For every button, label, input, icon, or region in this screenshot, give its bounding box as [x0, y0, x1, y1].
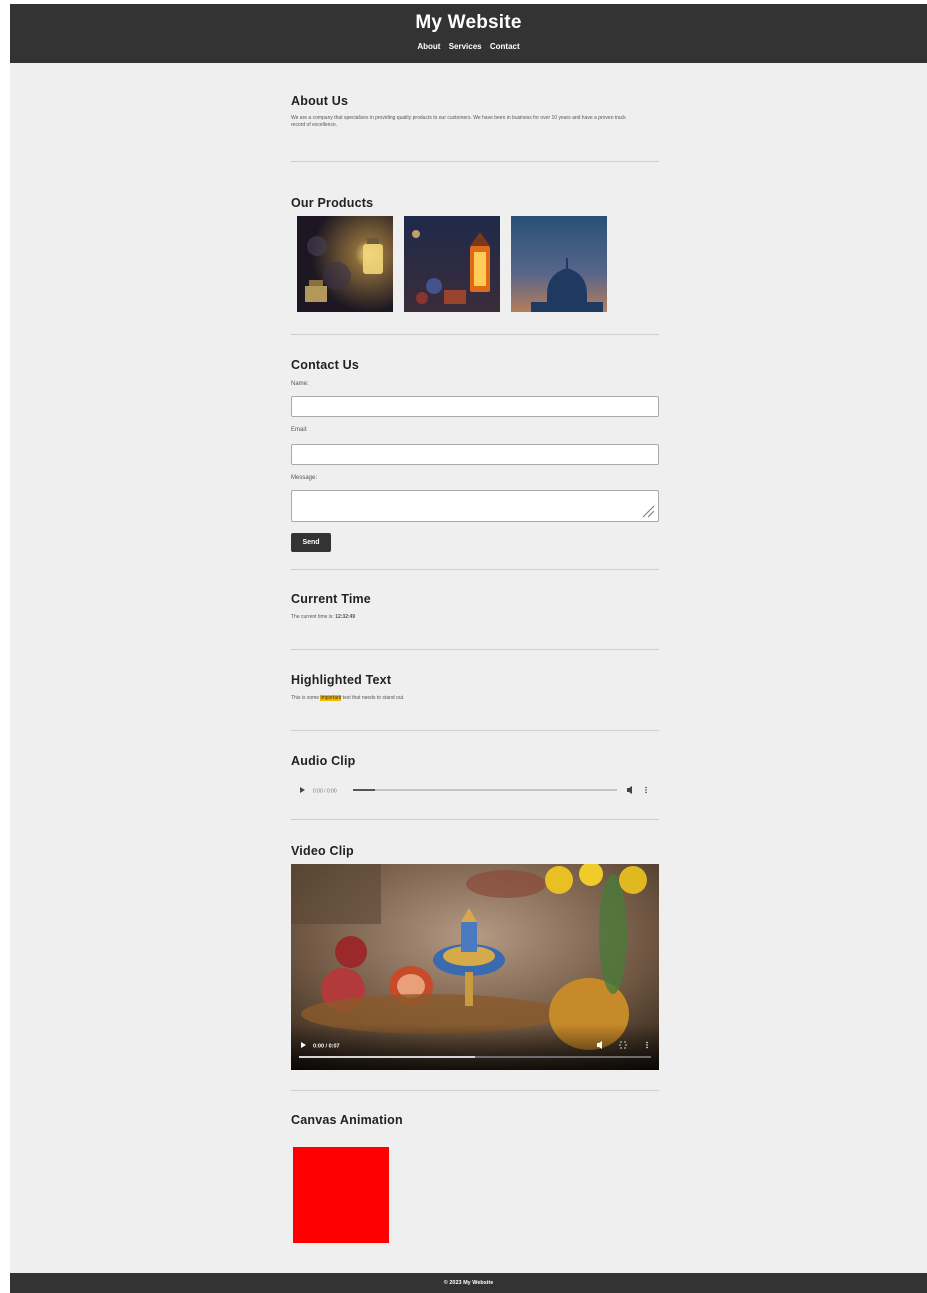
more-options-icon — [646, 1041, 648, 1044]
audio-heading: Audio Clip — [291, 754, 356, 768]
time-value: 12:32:49 — [335, 614, 356, 620]
resize-handle-icon[interactable] — [641, 504, 655, 518]
audio-time: 0:00 / 0:00 — [313, 789, 337, 795]
products-gallery — [297, 216, 617, 312]
divider — [291, 569, 659, 570]
animation-canvas — [291, 1145, 391, 1245]
contact-section: Contact Us — [291, 358, 659, 372]
nav-link-about[interactable]: About — [417, 42, 440, 51]
play-icon — [300, 787, 305, 793]
contact-heading: Contact Us — [291, 358, 359, 372]
send-button[interactable]: Send — [291, 533, 331, 552]
about-section: About Us We are a company that specializ… — [291, 94, 659, 129]
divider — [291, 1090, 659, 1091]
about-heading: About Us — [291, 94, 349, 108]
time-heading: Current Time — [291, 592, 371, 606]
audio-section: Audio Clip — [291, 754, 659, 768]
name-field[interactable] — [291, 396, 659, 417]
product-image-lanterns[interactable] — [297, 216, 393, 312]
divider — [291, 730, 659, 731]
nav-link-services[interactable]: Services — [449, 42, 482, 51]
time-section: Current Time The current time is: 12:32:… — [291, 592, 659, 621]
site-header: My Website About Services Contact — [10, 4, 927, 63]
email-field[interactable] — [291, 444, 659, 465]
products-section: Our Products — [291, 196, 659, 210]
animated-square — [293, 1147, 389, 1243]
products-heading: Our Products — [291, 196, 374, 210]
canvas-section: Canvas Animation — [291, 1113, 659, 1127]
time-prefix: The current time is: — [291, 614, 336, 620]
page: My Website About Services Contact About … — [10, 4, 927, 1293]
message-textarea[interactable] — [291, 490, 659, 522]
highlighted-word: important — [320, 695, 342, 701]
site-footer: © 2023 My Website — [10, 1273, 927, 1293]
name-label: Name: — [291, 381, 309, 387]
site-title: My Website — [415, 12, 522, 33]
nav-link-contact[interactable]: Contact — [490, 42, 520, 51]
lantern-icon — [404, 216, 500, 312]
message-label: Message: — [291, 475, 318, 481]
email-label: Email: — [291, 427, 308, 433]
highlight-before: This is some — [291, 695, 321, 701]
video-frame: 0:00 / 0:07 — [291, 864, 659, 1070]
audio-player[interactable]: 0:00 / 0:00 — [291, 781, 659, 799]
product-image-mosque-dome[interactable] — [511, 216, 607, 312]
footer-text: © 2023 My Website — [443, 1280, 494, 1286]
divider — [291, 649, 659, 650]
divider — [291, 161, 659, 162]
more-options-icon — [645, 786, 647, 789]
mosque-dome-icon — [511, 216, 607, 312]
canvas-heading: Canvas Animation — [291, 1113, 403, 1127]
video-time: 0:00 / 0:07 — [313, 1044, 340, 1050]
divider — [291, 819, 659, 820]
product-image-lantern-night[interactable] — [404, 216, 500, 312]
highlight-after: text that needs to stand out. — [341, 695, 405, 701]
video-section: Video Clip — [291, 844, 659, 858]
video-player[interactable]: 0:00 / 0:07 — [291, 864, 659, 1070]
about-text: We are a company that specializes in pro… — [291, 115, 626, 128]
video-heading: Video Clip — [291, 844, 354, 858]
volume-icon — [627, 786, 632, 794]
lantern-icon — [297, 216, 393, 312]
time-text: The current time is: 12:32:49 — [291, 614, 659, 621]
highlight-text: This is some important text that needs t… — [291, 695, 659, 702]
main-nav: About Services Contact — [10, 42, 927, 51]
divider — [291, 334, 659, 335]
audio-controls: 0:00 / 0:00 — [300, 786, 647, 795]
highlight-heading: Highlighted Text — [291, 673, 392, 687]
highlight-section: Highlighted Text This is some important … — [291, 673, 659, 702]
